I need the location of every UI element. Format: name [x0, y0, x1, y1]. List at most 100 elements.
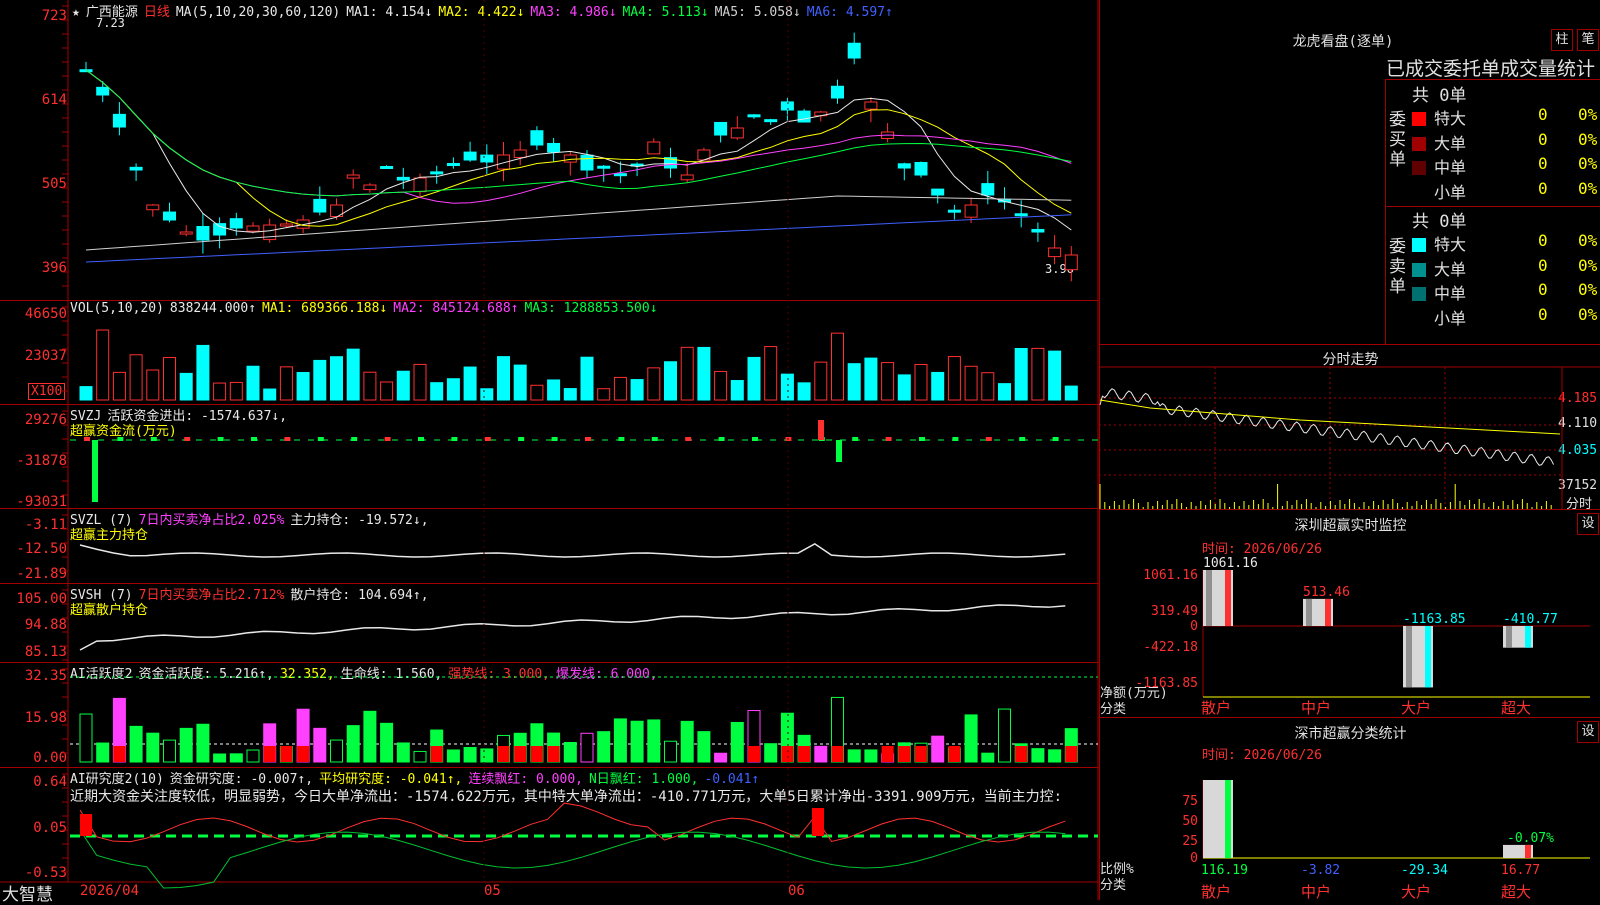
candle-body — [346, 174, 360, 179]
volume-bar — [396, 370, 410, 401]
candle-body — [446, 163, 460, 167]
row-qty: 0 — [1538, 129, 1548, 149]
volume-bar — [947, 356, 961, 401]
ai1-bar — [229, 753, 243, 763]
svzj-mark — [284, 437, 291, 441]
row-pct: 0% — [1578, 154, 1598, 173]
ma-line-4 — [85, 69, 1072, 197]
volume-bar — [96, 329, 110, 401]
row-name: 中单 — [1434, 158, 1467, 177]
volume-bar — [881, 362, 895, 401]
ai1-bar — [1031, 748, 1045, 763]
intraday-y-0: 4.185 — [1558, 391, 1598, 406]
row-pct: 0% — [1578, 255, 1598, 275]
ai1-bar — [664, 740, 677, 763]
ai1-bar — [580, 732, 594, 763]
volume-bar — [580, 356, 594, 401]
candle-body — [613, 173, 627, 177]
tick-view-button[interactable]: 笔 — [1577, 29, 1599, 51]
ai1-red-base — [1015, 746, 1028, 762]
candle-body — [279, 223, 293, 227]
svzj-mark — [1019, 437, 1026, 441]
volume-bar — [346, 348, 360, 401]
candle-body — [897, 163, 911, 169]
column-view-button[interactable]: 柱 — [1551, 29, 1573, 51]
ai1-red-base — [781, 746, 794, 762]
ai1-bar — [647, 719, 661, 763]
intraday-y-1: 4.110 — [1558, 416, 1598, 431]
candle-body — [580, 154, 594, 171]
ai2-bar — [80, 814, 92, 836]
sz-class-settings-button[interactable]: 设 — [1577, 721, 1599, 743]
ai1-bar — [346, 725, 360, 763]
svzj-mark — [752, 437, 758, 441]
volume-bar — [246, 365, 260, 401]
volume-bar — [380, 381, 394, 401]
ai1-bar — [413, 750, 427, 763]
svzj-bar — [92, 440, 98, 502]
row-pct: 0% — [1578, 304, 1598, 324]
intraday-panel[interactable]: 分时走势 4.185 4.110 4.035 37152 分时 — [1099, 345, 1600, 512]
svzj-mark — [150, 437, 157, 441]
ai1-bar — [480, 748, 494, 763]
volume-bar — [914, 363, 928, 401]
legend-swatch — [1412, 262, 1426, 277]
volume-bar — [196, 344, 210, 401]
candle-body — [413, 177, 427, 193]
volume-bar — [430, 382, 444, 401]
candle-body — [931, 188, 945, 196]
candle-body — [680, 174, 694, 181]
lhb-title: 龙虎看盘(逐单) — [1292, 34, 1394, 50]
ai1-bar — [1048, 749, 1062, 763]
ai1-red-base — [831, 746, 844, 762]
ai1-bar — [981, 752, 995, 763]
volume-bar — [480, 388, 494, 401]
ma-line-1 — [85, 69, 1072, 233]
volume-bar — [864, 357, 878, 401]
row-qty: 0 — [1538, 154, 1548, 173]
candle-body — [597, 165, 611, 169]
ai1-bar — [998, 708, 1011, 763]
sz-monitor-xlabel: 分类 — [1100, 702, 1127, 717]
svzj-mark — [852, 437, 859, 441]
ai1-bar — [313, 727, 327, 763]
ai1-bar — [163, 739, 176, 763]
volume-bar — [964, 365, 978, 401]
candle-body — [213, 223, 227, 236]
buy-section-label: 委买单 — [1389, 110, 1406, 170]
ai1-red-base — [280, 746, 293, 762]
sz-monitor-settings-button[interactable]: 设 — [1577, 513, 1599, 535]
svzj-mark — [985, 437, 992, 441]
ai1-bar — [563, 742, 577, 763]
ai1-bar — [129, 725, 143, 763]
lhb-panel[interactable]: 龙虎看盘(逐单) 柱 笔 已成交委托单成交量统计 委买单 委卖单 共 0单 共 … — [1099, 0, 1600, 345]
svsh-line — [79, 604, 1066, 651]
row-name: 大单 — [1434, 259, 1467, 279]
candle-body — [530, 130, 544, 146]
ai1-bar — [330, 739, 343, 763]
sz-monitor-panel[interactable]: 深圳超赢实时监控 设 时间: 2026/06/26 净额(万元) 分类 — [1099, 510, 1600, 718]
ai2-green-line — [79, 829, 1066, 889]
volume-bar — [1048, 350, 1062, 401]
row-pct: 0% — [1578, 231, 1598, 250]
lhb-row-sell-rows-3: 小单 0 0% — [1412, 305, 1600, 329]
volume-bar — [463, 366, 477, 401]
sz-class-panel[interactable]: 深市超赢分类统计 设 时间: 2026/06/26 比例% 分类 — [1099, 718, 1600, 900]
svzj-mark — [919, 437, 925, 441]
ai1-bar — [179, 727, 193, 763]
intraday-title: 分时走势 — [1322, 352, 1379, 368]
candle-body — [780, 101, 794, 111]
svzj-mark — [484, 437, 491, 441]
svzj-mark — [117, 437, 124, 441]
ai2-bar — [812, 808, 824, 836]
svzj-bar — [836, 440, 842, 462]
candle-body — [380, 166, 394, 170]
row-qty: 0 — [1538, 178, 1548, 198]
candle-body — [313, 198, 327, 213]
lhb-header: 已成交委托单成交量统计 — [1386, 58, 1596, 80]
candle-body — [463, 151, 477, 161]
candle-body — [764, 119, 778, 123]
ai1-red-base — [430, 746, 443, 762]
lhb-row-buy-rows-0: 特大 0 0% — [1412, 105, 1600, 129]
indicator-chart-canvas[interactable] — [0, 0, 1100, 900]
